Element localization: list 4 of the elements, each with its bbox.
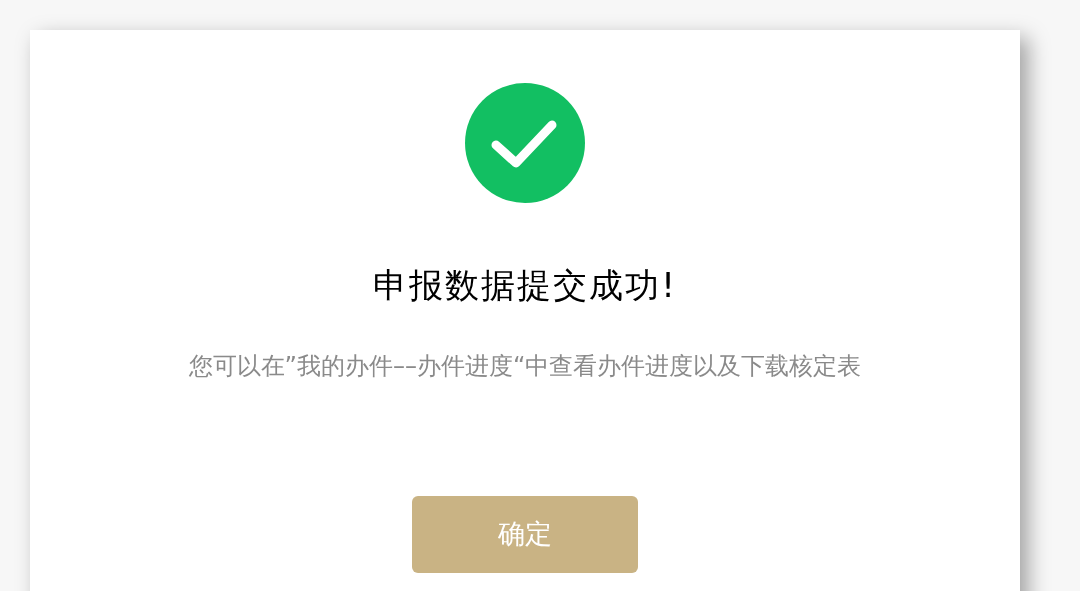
confirm-button[interactable]: 确定 xyxy=(412,496,638,573)
success-check-icon xyxy=(465,83,585,203)
dialog-title: 申报数据提交成功! xyxy=(373,264,677,307)
dialog-message: 您可以在”我的办件––办件进度“中查看办件进度以及下载核定表 xyxy=(188,351,862,382)
